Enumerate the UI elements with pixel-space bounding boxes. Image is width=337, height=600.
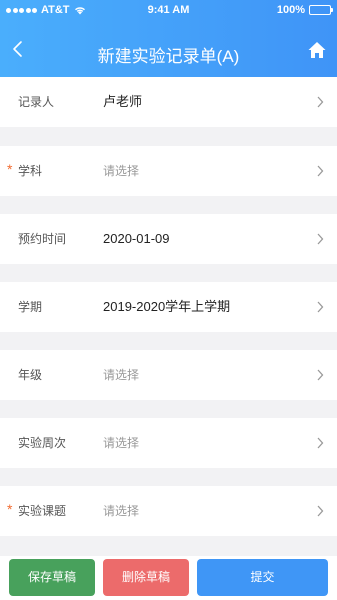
form-row-experiment-week[interactable]: 实验周次 请选择 [0,418,337,468]
row-value: 请选择 [103,504,140,518]
chevron-right-icon [317,505,324,517]
row-value: 请选择 [103,368,140,382]
bottom-action-bar: 保存草稿 删除草稿 提交 [0,556,337,600]
navbar: 新建实验记录单(A) [0,20,337,77]
chevron-right-icon [317,96,324,108]
submit-button[interactable]: 提交 [197,559,328,596]
save-draft-button[interactable]: 保存草稿 [9,559,95,596]
row-value: 卢老师 [103,94,143,109]
battery-percent: 100% [276,4,305,16]
row-label: 预约时间 [18,232,67,246]
required-mark: * [7,161,13,177]
delete-draft-button[interactable]: 删除草稿 [103,559,189,596]
row-label: 记录人 [18,95,55,109]
row-label: 实验周次 [18,436,67,450]
header: AT&T 9:41 AM 100% 新建实验记录单(A) [0,0,337,77]
row-label: 学期 [18,300,43,314]
status-right: 100% [276,4,333,16]
row-label: 年级 [18,368,43,382]
row-value: 请选择 [103,164,140,178]
form-row-subject[interactable]: * 学科 请选择 [0,146,337,196]
row-label: 学科 [18,164,43,178]
form-row-appointment-time[interactable]: 预约时间 2020-01-09 [0,214,337,264]
form-row-recorder[interactable]: 记录人 卢老师 [0,77,337,127]
row-value: 请选择 [103,436,140,450]
form-row-experiment-topic[interactable]: * 实验课题 请选择 [0,486,337,536]
chevron-right-icon [317,233,324,245]
status-bar: AT&T 9:41 AM 100% [0,0,337,20]
chevron-right-icon [317,437,324,449]
row-label: 实验课题 [18,504,67,518]
form-row-grade[interactable]: 年级 请选择 [0,350,337,400]
chevron-right-icon [317,301,324,313]
row-value: 2020-01-09 [103,231,170,246]
required-mark: * [7,501,13,517]
chevron-right-icon [317,165,324,177]
page-title: 新建实验记录单(A) [97,47,240,66]
chevron-right-icon [317,369,324,381]
row-value: 2019-2020学年上学期 [103,299,231,314]
home-icon[interactable] [307,40,327,60]
form-row-semester[interactable]: 学期 2019-2020学年上学期 [0,282,337,332]
battery-icon [309,5,333,15]
